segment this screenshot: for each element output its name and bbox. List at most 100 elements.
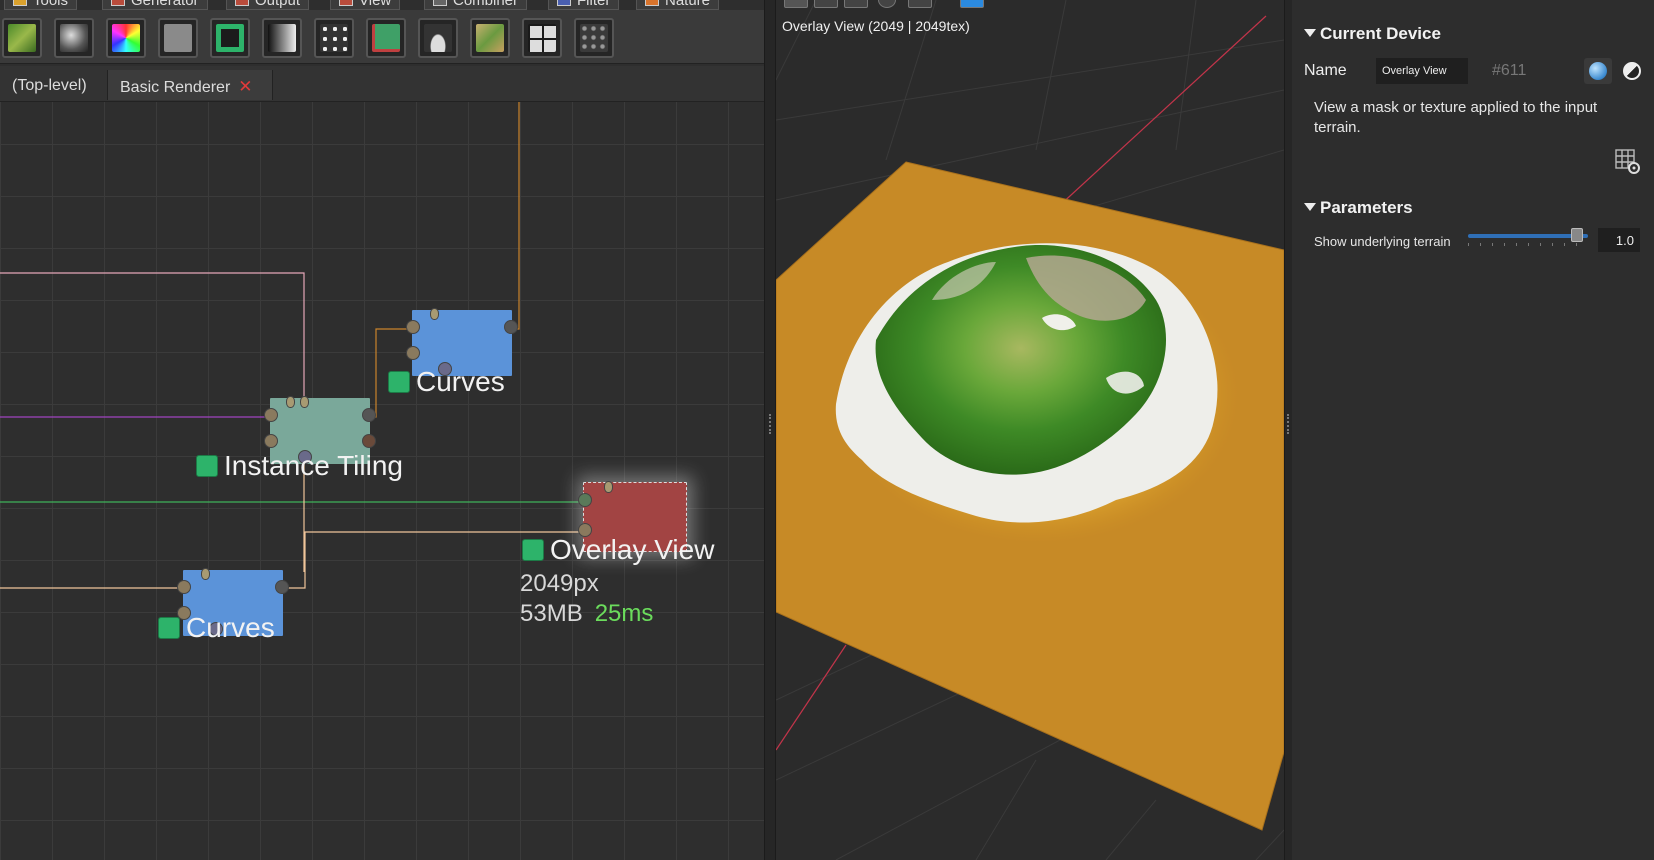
chevron-down-icon xyxy=(1304,29,1316,37)
grip-icon xyxy=(1287,414,1290,434)
properties-panel: Current Device Name #611 View a mask or … xyxy=(1292,0,1654,860)
mountain-icon xyxy=(424,24,452,52)
preview-button[interactable] xyxy=(1584,58,1612,84)
node-input-port[interactable] xyxy=(264,434,278,448)
node-input-port[interactable] xyxy=(604,481,613,493)
node-graph-canvas[interactable]: Curves Instance Tiling Overlay View 2049… xyxy=(0,102,764,860)
close-icon[interactable]: ✕ xyxy=(238,77,252,96)
node-resolution: 2049px xyxy=(520,570,599,597)
current-device-header[interactable]: Current Device xyxy=(1304,24,1441,44)
menu-tab-view[interactable]: View xyxy=(330,0,401,10)
constant-icon xyxy=(164,24,192,52)
device-id: #611 xyxy=(1492,62,1527,79)
menu-tab-nature[interactable]: Nature xyxy=(636,0,720,10)
show-underlying-terrain-value[interactable]: 1.0 xyxy=(1598,228,1640,252)
orbit-icon[interactable] xyxy=(814,0,838,8)
node-input-port[interactable] xyxy=(578,493,592,507)
viewport-scene xyxy=(776,0,1284,860)
snap-icon[interactable] xyxy=(960,0,984,8)
node-build-time: 25ms xyxy=(594,600,654,627)
panel-splitter[interactable] xyxy=(764,0,776,860)
grid-icon xyxy=(528,24,556,52)
tile-icon xyxy=(372,24,400,52)
save-icon xyxy=(216,24,244,52)
menu-tab-filter[interactable]: Filter xyxy=(548,0,620,10)
free-camera-icon[interactable] xyxy=(844,0,868,8)
node-input-port[interactable] xyxy=(201,568,210,580)
name-label: Name xyxy=(1304,62,1347,79)
wire-pink xyxy=(0,272,305,398)
tool-tile-button[interactable] xyxy=(366,18,406,58)
node-input-port[interactable] xyxy=(430,308,439,320)
tool-save-button[interactable] xyxy=(210,18,250,58)
terrain-icon xyxy=(8,24,36,52)
node-output-port[interactable] xyxy=(504,320,518,334)
node-input-port[interactable] xyxy=(406,320,420,334)
grid-settings-icon[interactable] xyxy=(1614,148,1640,174)
status-icon xyxy=(522,539,544,561)
tool-terrain-button[interactable] xyxy=(2,18,42,58)
panel-splitter[interactable] xyxy=(1284,0,1292,860)
x-axis-line-lower xyxy=(776,644,847,751)
filter-icon xyxy=(557,0,571,6)
node-label-overlay-view: Overlay View xyxy=(522,534,714,566)
status-icon xyxy=(196,455,218,477)
node-output-port[interactable] xyxy=(362,408,376,422)
node-input-port[interactable] xyxy=(177,580,191,594)
tool-grid-button[interactable] xyxy=(522,18,562,58)
node-input-port[interactable] xyxy=(406,346,420,360)
nature-icon xyxy=(645,0,659,6)
show-underlying-terrain-slider[interactable] xyxy=(1468,226,1588,246)
contrast-icon xyxy=(1623,62,1641,80)
tool-texture-button[interactable] xyxy=(470,18,510,58)
texture-icon xyxy=(476,24,504,52)
tool-constant-button[interactable] xyxy=(158,18,198,58)
slider-ticks xyxy=(1468,243,1588,246)
menu-tab-output[interactable]: Output xyxy=(226,0,310,10)
parameters-header[interactable]: Parameters xyxy=(1304,198,1413,218)
device-toolbar xyxy=(0,10,764,64)
tool-mountain-button[interactable] xyxy=(418,18,458,58)
menu-tabs: Tools Generator Output View Combiner Fil… xyxy=(0,0,764,10)
breadcrumb-basic-renderer[interactable]: Basic Renderer ✕ xyxy=(107,70,273,100)
node-output-port[interactable] xyxy=(362,434,376,448)
node-memory-time: 53MB 25ms xyxy=(520,600,654,627)
tool-cells-button[interactable] xyxy=(574,18,614,58)
status-icon xyxy=(158,617,180,639)
gear-icon[interactable] xyxy=(784,0,808,8)
tool-noise-button[interactable] xyxy=(54,18,94,58)
menu-tab-generator[interactable]: Generator xyxy=(102,0,208,10)
combiner-icon xyxy=(433,0,447,6)
wire-orange-top xyxy=(503,102,520,330)
node-input-port[interactable] xyxy=(264,408,278,422)
ab-compare-icon[interactable] xyxy=(908,0,932,8)
graph-panel: Tools Generator Output View Combiner Fil… xyxy=(0,0,764,860)
node-label-curves-bottom: Curves xyxy=(158,612,275,644)
chevron-down-icon xyxy=(1304,203,1316,211)
param-label-show-underlying-terrain: Show underlying terrain xyxy=(1314,234,1451,249)
device-description: View a mask or texture applied to the in… xyxy=(1314,99,1598,136)
breadcrumb: (Top-level) Basic Renderer ✕ xyxy=(0,66,764,102)
3d-viewport[interactable]: Overlay View (2049 | 2049tex) xyxy=(776,0,1284,860)
output-icon xyxy=(235,0,249,6)
tool-gradient-button[interactable] xyxy=(262,18,302,58)
node-input-port[interactable] xyxy=(286,396,295,408)
status-icon xyxy=(388,371,410,393)
gradient-icon xyxy=(268,24,296,52)
dots-icon xyxy=(320,24,348,52)
toggle-display-button[interactable] xyxy=(1618,58,1646,84)
menu-tab-combiner[interactable]: Combiner xyxy=(424,0,528,10)
view-icon xyxy=(339,0,353,6)
slider-handle[interactable] xyxy=(1570,228,1583,242)
tool-color-button[interactable] xyxy=(106,18,146,58)
viewport-title: Overlay View (2049 | 2049tex) xyxy=(782,18,970,34)
app-window: Tools Generator Output View Combiner Fil… xyxy=(0,0,1654,860)
breadcrumb-top-level[interactable]: (Top-level) xyxy=(0,70,104,100)
tool-dots-button[interactable] xyxy=(314,18,354,58)
cells-icon xyxy=(580,24,608,52)
menu-tab-tools[interactable]: Tools xyxy=(4,0,78,10)
node-input-port[interactable] xyxy=(300,396,309,408)
grip-icon xyxy=(769,414,772,434)
device-name-input[interactable] xyxy=(1376,58,1468,84)
node-output-port[interactable] xyxy=(275,580,289,594)
